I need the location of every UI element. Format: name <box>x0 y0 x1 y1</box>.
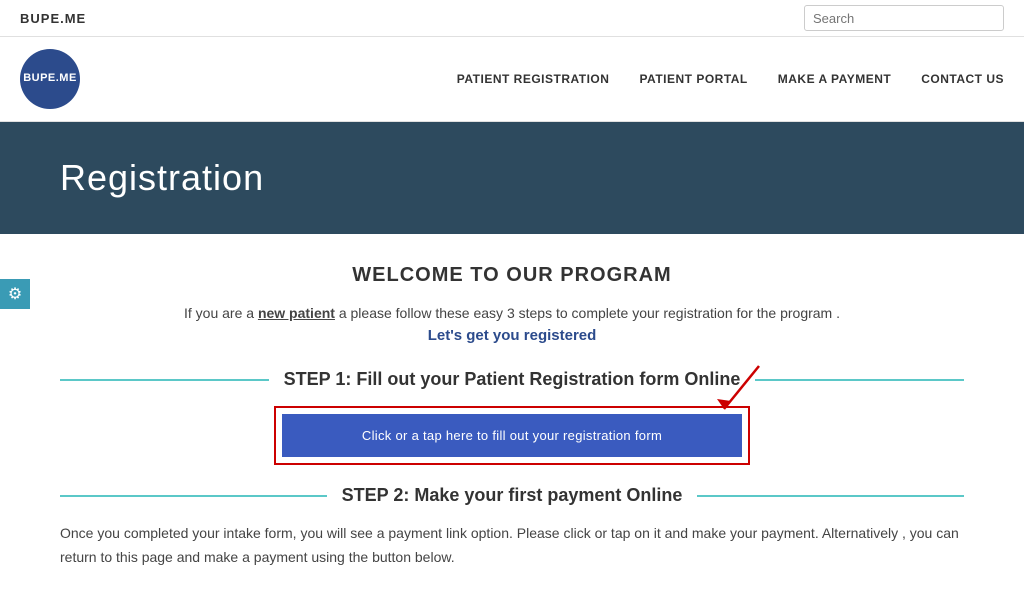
hero-banner: Registration <box>0 122 1024 234</box>
top-bar: BUPE.ME 🔍 <box>0 0 1024 37</box>
registration-button-wrapper: Click or a tap here to fill out your reg… <box>274 406 750 465</box>
nav-link-patient-portal[interactable]: PATIENT PORTAL <box>639 72 747 86</box>
page-title: Registration <box>60 157 964 199</box>
search-input[interactable] <box>805 11 997 26</box>
nav-link-make-payment[interactable]: MAKE A PAYMENT <box>778 72 891 86</box>
search-bar[interactable]: 🔍 <box>804 5 1004 31</box>
settings-widget[interactable]: ⚙ <box>0 279 30 309</box>
step1-heading: STEP 1: Fill out your Patient Registrati… <box>60 369 964 390</box>
nav-bar: BUPE.ME PATIENT REGISTRATION PATIENT POR… <box>0 37 1024 122</box>
top-bar-brand: BUPE.ME <box>20 11 86 26</box>
registration-button-container: Click or a tap here to fill out your reg… <box>60 406 964 465</box>
search-icon-button[interactable]: 🔍 <box>997 10 1004 27</box>
gear-icon: ⚙ <box>8 284 22 304</box>
step1-section: STEP 1: Fill out your Patient Registrati… <box>60 369 964 465</box>
intro-text: If you are a new patient a please follow… <box>60 305 964 321</box>
nav-links: PATIENT REGISTRATION PATIENT PORTAL MAKE… <box>457 72 1004 86</box>
nav-link-patient-registration[interactable]: PATIENT REGISTRATION <box>457 72 610 86</box>
welcome-heading: WELCOME TO OUR PROGRAM <box>60 264 964 287</box>
step2-heading: STEP 2: Make your first payment Online <box>60 485 964 506</box>
nav-logo[interactable]: BUPE.ME <box>20 49 80 109</box>
new-patient-link[interactable]: new patient <box>258 305 335 321</box>
arrow-annotation <box>689 361 769 416</box>
lets-get-registered: Let's get you registered <box>60 327 964 344</box>
step2-text: Once you completed your intake form, you… <box>60 522 964 570</box>
registration-button[interactable]: Click or a tap here to fill out your reg… <box>282 414 742 457</box>
nav-link-contact-us[interactable]: CONTACT US <box>921 72 1004 86</box>
step2-section: STEP 2: Make your first payment Online O… <box>60 485 964 570</box>
main-content: WELCOME TO OUR PROGRAM If you are a new … <box>0 234 1024 610</box>
